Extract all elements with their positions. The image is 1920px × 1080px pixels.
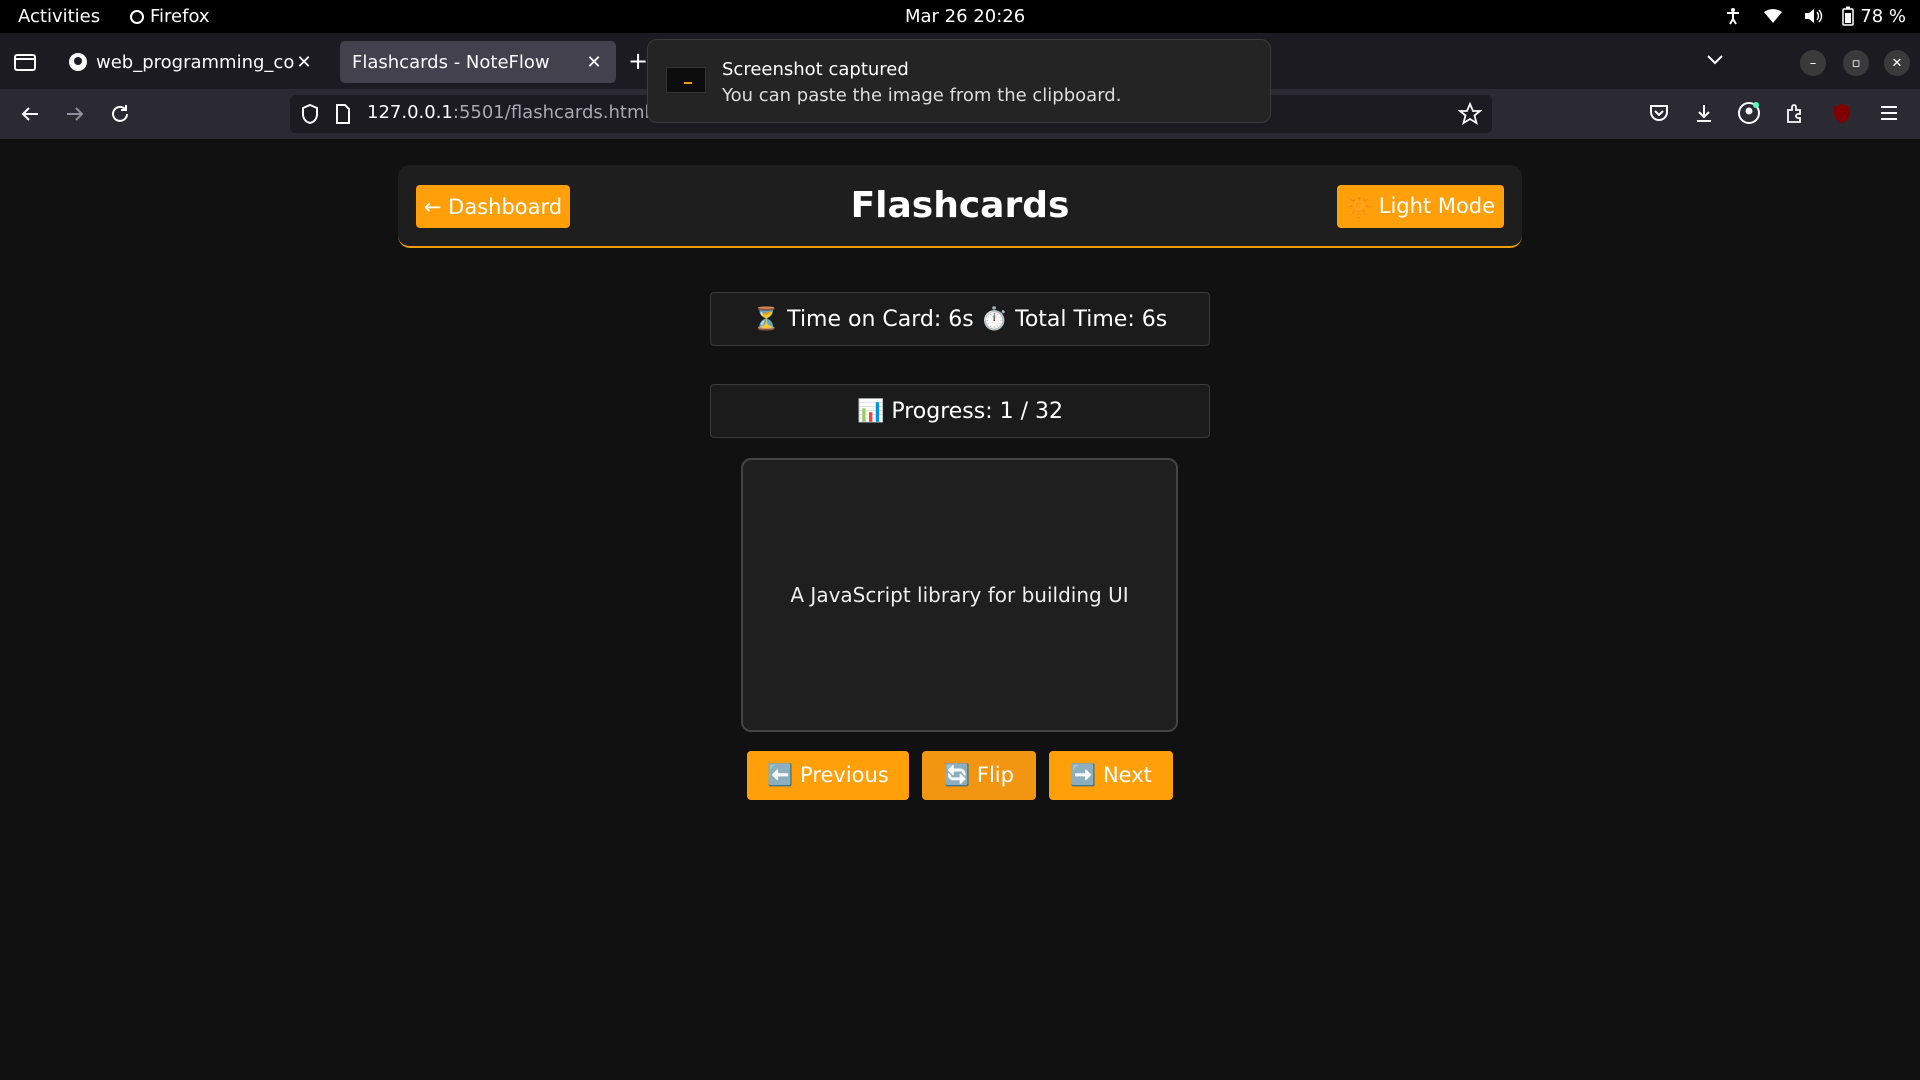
url-host: 127.0.0.1: [367, 102, 453, 123]
extensions-icon[interactable]: [1782, 100, 1808, 126]
reload-icon: [112, 105, 128, 122]
screenshot-notification[interactable]: Screenshot captured You can paste the im…: [647, 39, 1271, 123]
url-path: :5501/flashcards.html: [452, 102, 650, 123]
url-text: 127.0.0.1:5501/flashcards.html: [367, 102, 650, 123]
bookmark-star-icon[interactable]: [1458, 102, 1482, 126]
close-tab-icon[interactable]: ✕: [584, 52, 604, 73]
menu-icon[interactable]: [1876, 100, 1902, 126]
timer-display: ⏳ Time on Card: 6s ⏱️ Total Time: 6s: [710, 292, 1210, 346]
app-menu[interactable]: Firefox: [130, 6, 210, 27]
battery-icon: [1842, 6, 1855, 26]
system-tray[interactable]: 78 %: [1722, 5, 1906, 27]
tab-flashcards[interactable]: Flashcards - NoteFlow ✕: [340, 41, 616, 83]
tab-web-programming[interactable]: web_programming_code ✕: [56, 41, 326, 83]
shield-icon[interactable]: [300, 103, 320, 125]
volume-icon: [1802, 5, 1824, 27]
flashcard-text: A JavaScript library for building UI: [790, 583, 1129, 607]
chevron-down-icon[interactable]: [1704, 49, 1726, 71]
arrow-left-icon: [21, 107, 38, 121]
close-tab-icon[interactable]: ✕: [294, 52, 314, 73]
flip-button[interactable]: 🔄 Flip: [922, 751, 1036, 800]
reload-button[interactable]: [106, 100, 134, 128]
github-icon: [69, 53, 87, 71]
page-content: ← Dashboard Flashcards 🔆 Light Mode ⏳ Ti…: [0, 139, 1920, 1080]
next-button[interactable]: ➡️ Next: [1049, 751, 1173, 800]
accessibility-icon: [1722, 5, 1744, 27]
ublock-icon[interactable]: [1829, 100, 1855, 126]
close-window-button[interactable]: ✕: [1884, 50, 1910, 76]
pocket-icon[interactable]: [1646, 100, 1672, 126]
progress-display: 📊 Progress: 1 / 32: [710, 384, 1210, 438]
page-icon[interactable]: [334, 103, 352, 125]
battery-percent: 78 %: [1860, 5, 1906, 27]
minimize-button[interactable]: –: [1800, 50, 1826, 76]
forward-button[interactable]: [61, 100, 89, 128]
page-header: ← Dashboard Flashcards 🔆 Light Mode: [398, 165, 1522, 248]
notification-body: You can paste the image from the clipboa…: [722, 85, 1122, 106]
screenshot-thumbnail: [666, 67, 706, 93]
download-icon[interactable]: [1691, 100, 1717, 126]
battery-indicator: 78 %: [1842, 6, 1906, 27]
flashcard[interactable]: A JavaScript library for building UI: [741, 458, 1178, 732]
new-tab-button[interactable]: +: [628, 47, 648, 75]
maximize-button[interactable]: ▫: [1843, 50, 1869, 76]
account-icon[interactable]: [1736, 100, 1762, 126]
wifi-icon: [1762, 5, 1784, 27]
previous-button[interactable]: ⬅️ Previous: [747, 751, 909, 800]
activities-button[interactable]: Activities: [18, 6, 100, 27]
firefox-icon: [130, 9, 144, 24]
clock[interactable]: Mar 26 20:26: [905, 6, 1025, 27]
arrow-right-icon: [67, 107, 84, 121]
tab-title: web_programming_code: [96, 51, 294, 73]
notification-title: Screenshot captured: [722, 59, 909, 80]
tab-title: Flashcards - NoteFlow: [352, 51, 550, 73]
firefox-view-icon[interactable]: [12, 49, 38, 75]
light-mode-button[interactable]: 🔆 Light Mode: [1337, 185, 1504, 228]
back-button[interactable]: [16, 100, 44, 128]
app-name: Firefox: [150, 6, 210, 27]
system-top-bar: Activities Firefox Mar 26 20:26 78 %: [0, 0, 1920, 33]
